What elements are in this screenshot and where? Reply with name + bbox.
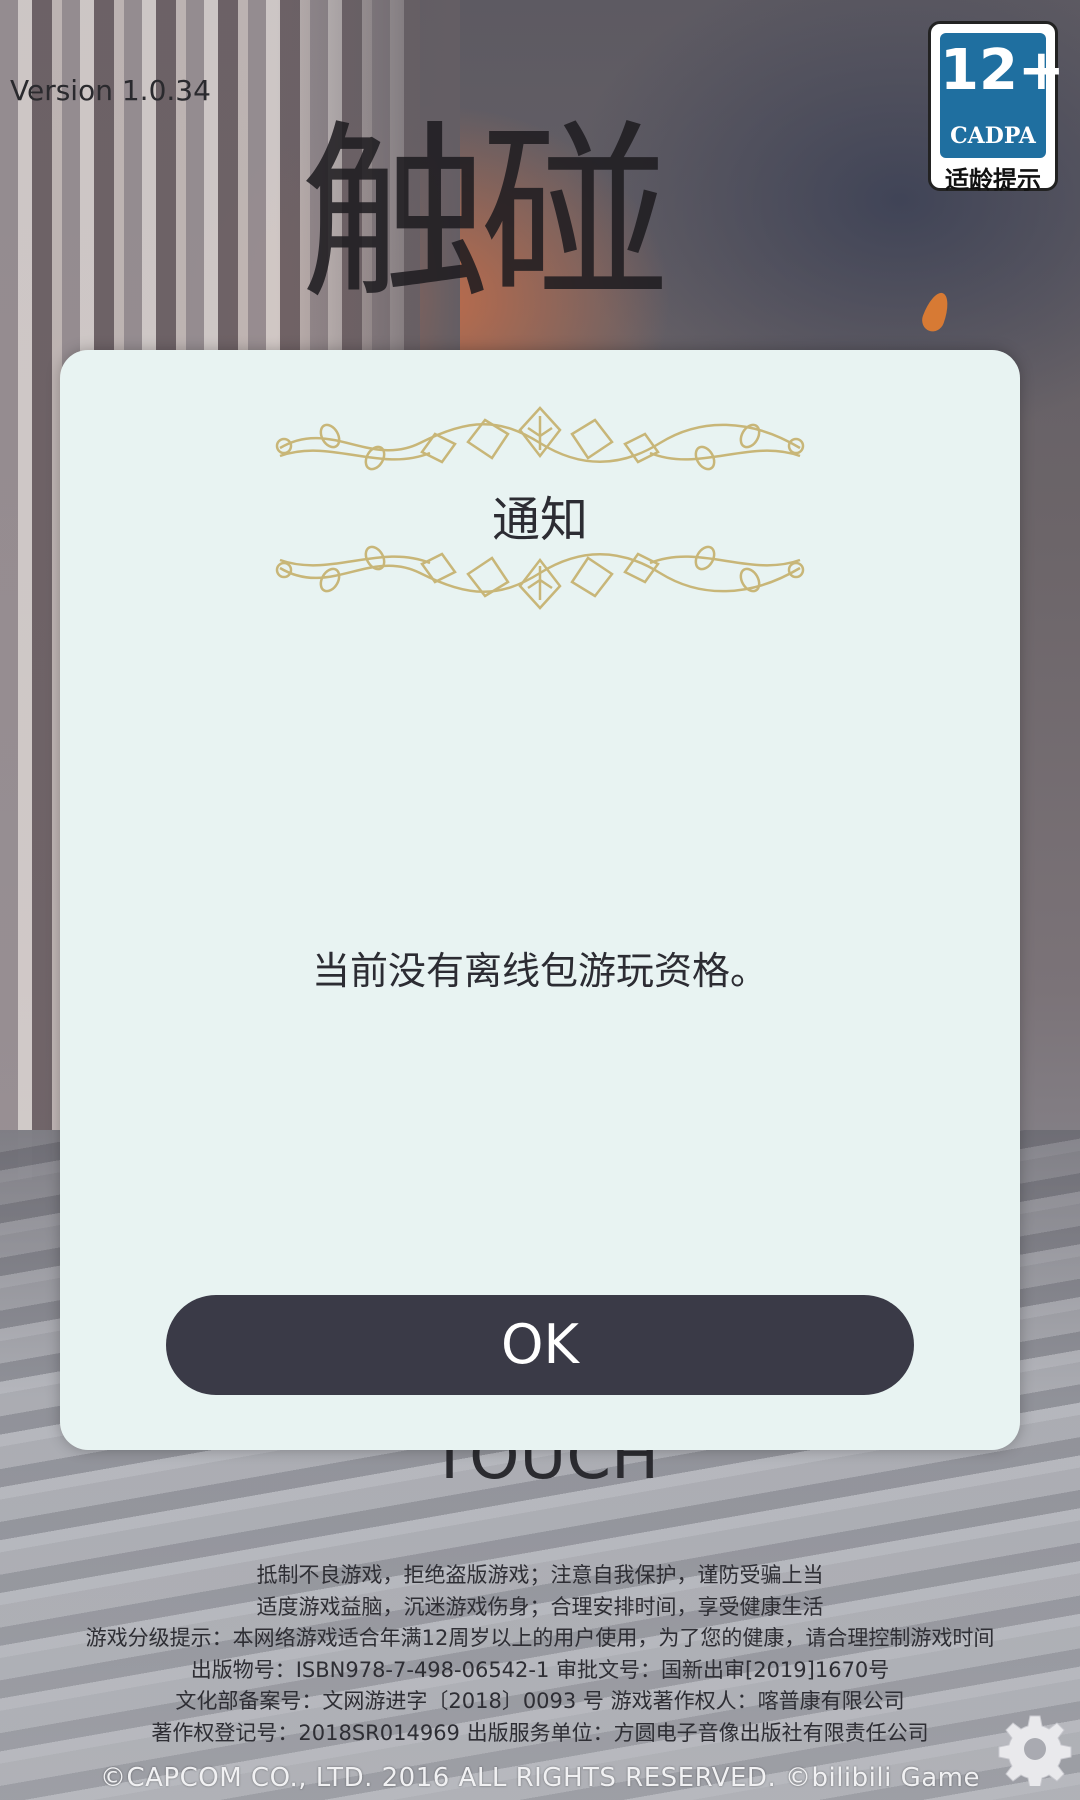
age-rating-panel: 12+ CADPA xyxy=(940,33,1065,158)
legal-line: 适度游戏益脑，沉迷游戏伤身；合理安排时间，享受健康生活 xyxy=(256,1594,824,1619)
vine-ornament-bottom-icon xyxy=(275,545,805,610)
ok-button[interactable]: OK xyxy=(166,1295,914,1395)
age-rating-number: 12+ xyxy=(940,38,1065,103)
legal-line: 文化部备案号：文网游进字〔2018〕0093 号 游戏著作权人：喀普康有限公司 xyxy=(175,1689,905,1713)
legal-line: 游戏分级提示：本网络游戏适合年满12周岁以上的用户使用，为了您的健康，请合理控制… xyxy=(85,1626,995,1650)
notification-dialog: 通知 当前没有离线包游玩资格。 OK xyxy=(60,350,1020,1450)
legal-line: 出版物号：ISBN978-7-498-06542-1 审批文号：国新出审[201… xyxy=(190,1657,890,1682)
vine-ornament-top-icon xyxy=(275,406,805,471)
copyright-notice: ©CAPCOM CO., LTD. 2016 ALL RIGHTS RESERV… xyxy=(99,1763,981,1793)
version-label: Version 1.0.34 xyxy=(10,74,211,107)
legal-notice: 抵制不良游戏，拒绝盗版游戏；注意自我保护，谨防受骗上当 适度游戏益脑，沉迷游戏伤… xyxy=(0,1560,1080,1749)
gear-icon[interactable] xyxy=(998,1712,1072,1786)
legal-line: 著作权登记号：2018SR014969 出版服务单位：方圆电子音像出版社有限责任… xyxy=(151,1720,929,1745)
age-rating-badge[interactable]: 12+ CADPA 适龄提示 xyxy=(928,21,1065,194)
dialog-message: 当前没有离线包游玩资格。 xyxy=(311,949,768,993)
age-rating-org: CADPA xyxy=(950,123,1036,149)
game-logo-title: 触碰 xyxy=(300,104,670,325)
legal-line: 抵制不良游戏，拒绝盗版游戏；注意自我保护，谨防受骗上当 xyxy=(256,1563,824,1587)
age-rating-label: 适龄提示 xyxy=(945,166,1041,194)
